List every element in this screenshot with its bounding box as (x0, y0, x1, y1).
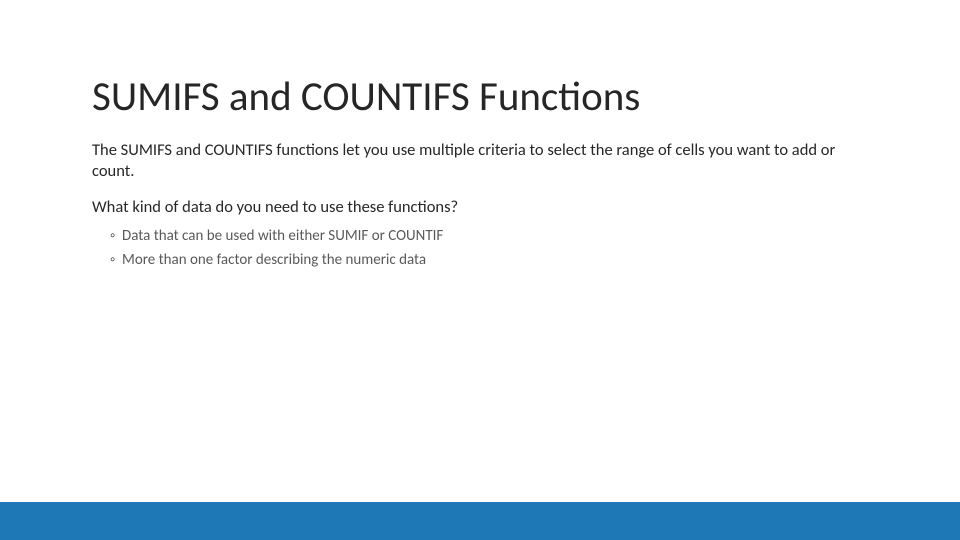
list-item: More than one factor describing the nume… (110, 250, 868, 271)
slide-content: SUMIFS and COUNTIFS Functions The SUMIFS… (0, 0, 960, 271)
bottom-accent-bar (0, 502, 960, 540)
bullet-list: Data that can be used with either SUMIF … (92, 226, 868, 271)
list-item: Data that can be used with either SUMIF … (110, 226, 868, 247)
slide-title: SUMIFS and COUNTIFS Functions (92, 72, 868, 122)
intro-paragraph: The SUMIFS and COUNTIFS functions let yo… (92, 140, 868, 183)
question-text: What kind of data do you need to use the… (92, 197, 868, 218)
